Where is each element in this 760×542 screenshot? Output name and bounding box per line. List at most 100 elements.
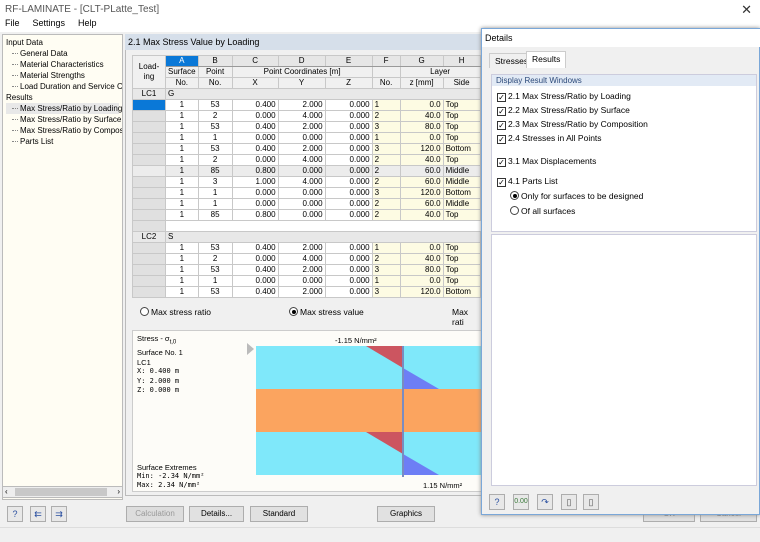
tree-general-data[interactable]: General Data [6, 48, 119, 59]
cell-z[interactable]: 0.000 [325, 100, 372, 111]
cell-z-mm[interactable]: 80.0 [400, 265, 443, 276]
row-header[interactable] [133, 287, 166, 298]
cell-x[interactable]: 1.000 [232, 177, 278, 188]
table-row[interactable]: 1530.4002.0000.00010.0Top [133, 243, 481, 254]
cell-x[interactable]: 0.800 [232, 210, 278, 221]
tree-results[interactable]: Results [6, 92, 119, 103]
cell-side[interactable]: Top [443, 243, 480, 254]
check-2-1[interactable]: ✓2.1 Max Stress/Ratio by Loading [497, 91, 631, 102]
row-header[interactable] [133, 144, 166, 155]
cell-surface-no[interactable]: 1 [166, 155, 199, 166]
cell-surface-no[interactable]: 1 [166, 144, 199, 155]
cell-side[interactable]: Middle [443, 177, 480, 188]
cell-layer-no[interactable]: 3 [372, 188, 400, 199]
table-row[interactable]: 1530.4002.0000.00010.0Top [133, 100, 481, 111]
table-row[interactable]: 131.0004.0000.000260.0Middle [133, 177, 481, 188]
cell-z-mm[interactable]: 0.0 [400, 100, 443, 111]
import-icon[interactable]: ⇇ [30, 506, 46, 522]
cell-x[interactable]: 0.400 [232, 122, 278, 133]
table-row[interactable]: 1530.4002.0000.0003120.0Bottom [133, 287, 481, 298]
cell-layer-no[interactable]: 2 [372, 166, 400, 177]
cell-x[interactable]: 0.000 [232, 111, 278, 122]
cell-y[interactable]: 4.000 [278, 177, 325, 188]
table-row[interactable]: 1530.4002.0000.0003120.0Bottom [133, 144, 481, 155]
cell-side[interactable]: Top [443, 210, 480, 221]
table-row[interactable]: 110.0000.0000.00010.0Top [133, 276, 481, 287]
cell-layer-no[interactable]: 3 [372, 287, 400, 298]
loading-case[interactable]: LC2 [133, 232, 166, 243]
cell-surface-no[interactable]: 1 [166, 177, 199, 188]
cell-side[interactable]: Middle [443, 166, 480, 177]
reset-icon[interactable]: ↷ [537, 494, 553, 510]
cell-x[interactable]: 0.400 [232, 243, 278, 254]
cell-side[interactable]: Bottom [443, 287, 480, 298]
cell-point-no[interactable]: 1 [198, 199, 232, 210]
cell-y[interactable]: 4.000 [278, 111, 325, 122]
cell-y[interactable]: 4.000 [278, 254, 325, 265]
standard-button[interactable]: Standard [250, 506, 308, 522]
cell-y[interactable]: 0.000 [278, 166, 325, 177]
radio-max-stress-ratio[interactable]: Max stress ratio [140, 307, 211, 317]
cell-side[interactable]: Bottom [443, 188, 480, 199]
col-g[interactable]: G [400, 56, 443, 67]
row-header[interactable] [133, 265, 166, 276]
cell-layer-no[interactable]: 3 [372, 122, 400, 133]
cell-layer-no[interactable]: 2 [372, 111, 400, 122]
cell-z[interactable]: 0.000 [325, 243, 372, 254]
cell-z[interactable]: 0.000 [325, 188, 372, 199]
cell-side[interactable]: Top [443, 122, 480, 133]
cell-z[interactable]: 0.000 [325, 133, 372, 144]
cell-side[interactable]: Bottom [443, 144, 480, 155]
details-button[interactable]: Details... [189, 506, 244, 522]
cell-surface-no[interactable]: 1 [166, 254, 199, 265]
cell-z[interactable]: 0.000 [325, 210, 372, 221]
cell-surface-no[interactable]: 1 [166, 265, 199, 276]
cell-z-mm[interactable]: 40.0 [400, 111, 443, 122]
col-a[interactable]: A [166, 56, 199, 67]
cell-layer-no[interactable]: 2 [372, 155, 400, 166]
cell-z[interactable]: 0.000 [325, 265, 372, 276]
cell-layer-no[interactable]: 1 [372, 276, 400, 287]
menu-settings[interactable]: Settings [33, 18, 66, 28]
cell-side[interactable]: Top [443, 276, 480, 287]
cell-x[interactable]: 0.400 [232, 287, 278, 298]
cell-z[interactable]: 0.000 [325, 111, 372, 122]
cell-point-no[interactable]: 1 [198, 276, 232, 287]
row-header[interactable] [133, 166, 166, 177]
cell-side[interactable]: Top [443, 155, 480, 166]
tree-input-data[interactable]: Input Data [6, 37, 119, 48]
cell-layer-no[interactable]: 3 [372, 265, 400, 276]
cell-surface-no[interactable]: 1 [166, 276, 199, 287]
cell-z-mm[interactable]: 60.0 [400, 199, 443, 210]
cell-surface-no[interactable]: 1 [166, 188, 199, 199]
row-header[interactable] [133, 122, 166, 133]
cell-surface-no[interactable]: 1 [166, 287, 199, 298]
cell-y[interactable]: 2.000 [278, 144, 325, 155]
table-row[interactable]: 1530.4002.0000.000380.0Top [133, 122, 481, 133]
cell-z-mm[interactable]: 0.0 [400, 133, 443, 144]
cell-surface-no[interactable]: 1 [166, 243, 199, 254]
cell-point-no[interactable]: 53 [198, 100, 232, 111]
cell-x[interactable]: 0.000 [232, 155, 278, 166]
cell-z-mm[interactable]: 120.0 [400, 188, 443, 199]
cell-surface-no[interactable]: 1 [166, 111, 199, 122]
cell-z-mm[interactable]: 0.0 [400, 243, 443, 254]
cell-side[interactable]: Top [443, 111, 480, 122]
cell-layer-no[interactable]: 2 [372, 210, 400, 221]
cell-y[interactable]: 2.000 [278, 100, 325, 111]
cell-y[interactable]: 0.000 [278, 276, 325, 287]
cell-side[interactable]: Top [443, 133, 480, 144]
cell-y[interactable]: 4.000 [278, 155, 325, 166]
cell-z-mm[interactable]: 40.0 [400, 155, 443, 166]
save-settings-icon[interactable]: ▯ [583, 494, 599, 510]
load-settings-icon[interactable]: ▯ [561, 494, 577, 510]
cell-surface-no[interactable]: 1 [166, 210, 199, 221]
table-row[interactable]: 110.0000.0000.00010.0Top [133, 133, 481, 144]
cell-z[interactable]: 0.000 [325, 166, 372, 177]
row-header[interactable] [133, 100, 166, 111]
table-row[interactable]: 110.0000.0000.0003120.0Bottom [133, 188, 481, 199]
tree-max-stress-composition[interactable]: Max Stress/Ratio by Compositio [6, 125, 119, 136]
table-row[interactable]: 1850.8000.0000.000240.0Top [133, 210, 481, 221]
cell-y[interactable]: 2.000 [278, 265, 325, 276]
cell-y[interactable]: 0.000 [278, 188, 325, 199]
